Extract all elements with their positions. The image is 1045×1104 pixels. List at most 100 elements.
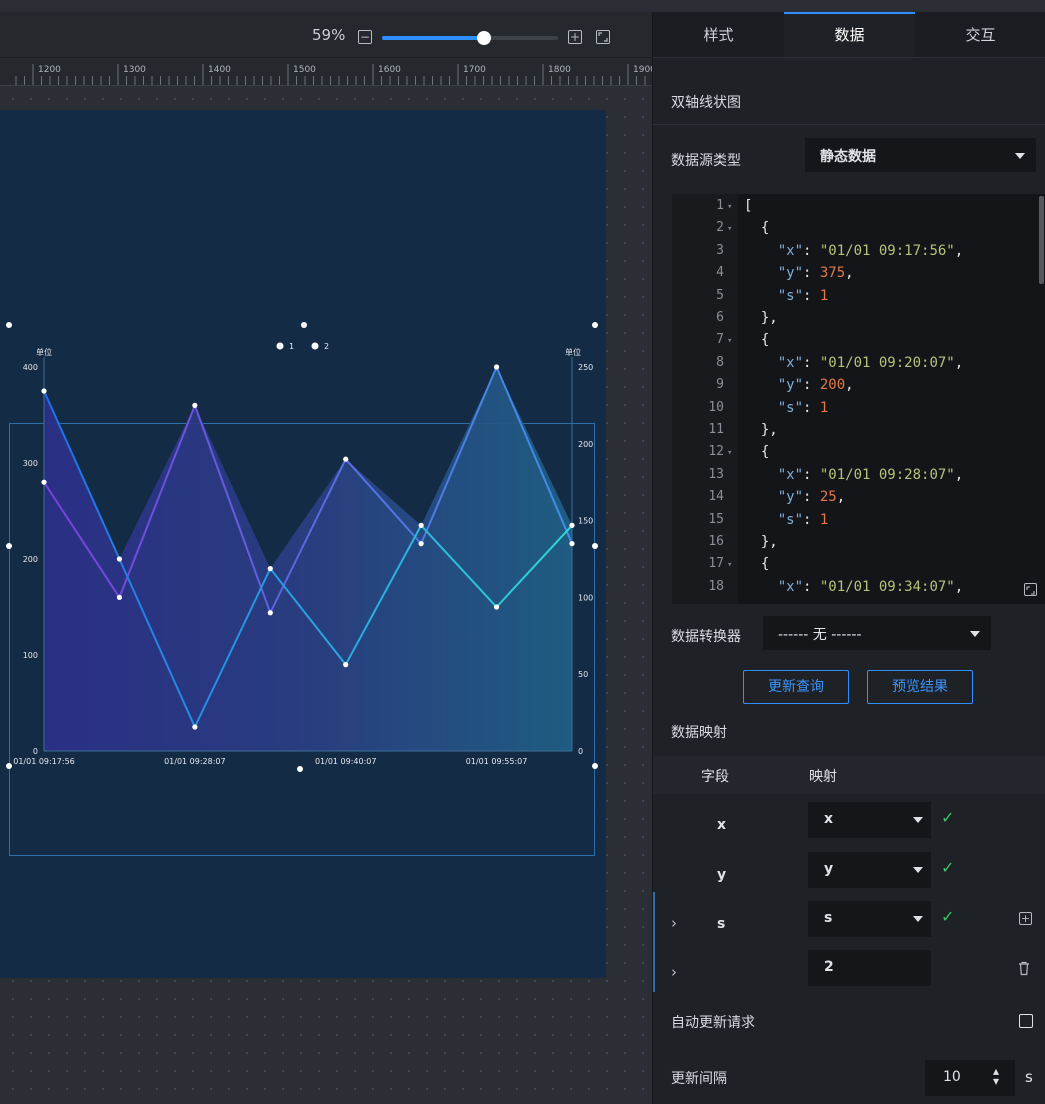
preview-result-button[interactable]: 预览结果 <box>867 670 973 704</box>
code-line: 16 }, <box>672 532 1045 552</box>
series-value: 2 <box>824 959 834 975</box>
mapping-row-y: y y ✓ <box>653 852 1045 900</box>
tab-interaction[interactable]: 交互 <box>915 12 1045 57</box>
code-line: 2 ▾ { <box>672 218 1045 238</box>
zoom-out-button[interactable]: − <box>358 30 372 44</box>
fold-icon[interactable]: ▾ <box>727 555 732 575</box>
interval-input[interactable]: 10 ▴ ▾ <box>925 1060 1015 1096</box>
line-number: 7 <box>716 332 724 348</box>
dashboard-screen[interactable]: 0 100 200 300 400 0 50 100 150 200 250 单位 单位 01/01 09… <box>0 110 606 978</box>
series-value-input[interactable]: 2 <box>808 950 931 986</box>
chevron-right-icon[interactable]: › <box>671 963 677 981</box>
x-axis-tick-label: 01/01 09:40:07 <box>315 757 377 766</box>
resize-handle <box>6 763 12 769</box>
converter-label: 数据转换器 <box>671 629 741 645</box>
mapping-field: s <box>717 916 726 932</box>
panel-tabs: 样式 数据 交互 <box>653 12 1045 58</box>
line-number: 10 <box>708 399 724 415</box>
tab-data[interactable]: 数据 <box>784 12 915 57</box>
line-number: 17 <box>708 556 724 572</box>
left-axis-tick-label: 0 <box>33 747 38 756</box>
fold-icon[interactable]: ▾ <box>727 443 732 463</box>
line-number: 2 <box>716 220 724 236</box>
chevron-right-icon[interactable]: › <box>671 914 677 932</box>
right-axis-tick-label: 0 <box>578 747 583 756</box>
mapping-select[interactable]: x <box>808 802 931 838</box>
code-line: 14 "y": 25, <box>672 487 1045 507</box>
legend-marker <box>276 342 284 350</box>
legend-label: 2 <box>324 342 329 351</box>
auto-update-checkbox[interactable] <box>1019 1014 1033 1028</box>
series-2-point <box>418 541 424 547</box>
series-2-point <box>192 402 198 408</box>
code-text: "s": 1 <box>744 287 829 304</box>
resize-handle <box>6 543 12 549</box>
code-line: 6 }, <box>672 308 1045 328</box>
interval-unit: s <box>1025 1068 1033 1086</box>
ruler-label: 1200 <box>38 65 61 75</box>
line-number: 13 <box>708 466 724 482</box>
json-code-editor[interactable]: 1 ▾[2 ▾ {3 "x": "01/01 09:17:56", 4 "y": 37… <box>672 194 1045 604</box>
line-number: 6 <box>716 310 724 325</box>
line-number: 8 <box>716 354 724 370</box>
fold-icon[interactable]: ▾ <box>727 219 732 239</box>
line-number: 12 <box>708 444 724 460</box>
code-text: }, <box>744 534 778 550</box>
series-1-point <box>116 556 123 562</box>
fit-screen-icon[interactable] <box>596 30 610 44</box>
series-1-point <box>343 662 349 668</box>
component-title: 双轴线状图 <box>671 95 741 111</box>
ruler-ticks: 1200 1300 1400 1500 1600 1700 1800 1900 <box>15 64 652 85</box>
source-type-select[interactable]: 静态数据 <box>805 138 1036 172</box>
resize-handle <box>592 543 598 549</box>
code-text: "s": 1 <box>744 511 829 528</box>
code-line: 18 "x": "01/01 09:34:07", <box>672 577 1045 597</box>
ruler-label: 1600 <box>378 65 401 75</box>
code-text: "x": "01/01 09:17:56", <box>744 242 964 259</box>
mapping-select[interactable]: y <box>808 852 931 888</box>
series-2-point <box>41 479 47 485</box>
line-number: 1 <box>716 198 724 213</box>
mapping-select-value: x <box>824 811 834 827</box>
zoom-slider[interactable] <box>382 31 558 45</box>
trash-icon[interactable] <box>1017 961 1031 980</box>
mapping-row-s: › s s ✓ + <box>653 901 1045 949</box>
line-number: 16 <box>708 534 724 549</box>
check-icon: ✓ <box>941 907 955 926</box>
series-1-point <box>493 604 500 610</box>
code-text: }, <box>744 310 778 326</box>
expand-icon[interactable] <box>1024 583 1037 596</box>
tab-style[interactable]: 样式 <box>653 12 784 57</box>
left-axis-tick-label: 100 <box>23 651 38 660</box>
zoom-in-button[interactable]: + <box>568 30 582 44</box>
chevron-down-icon <box>913 817 923 823</box>
dual-axis-line-chart[interactable]: 0 100 200 300 400 0 50 100 150 200 250 单位 单位 01/01 09… <box>0 110 606 978</box>
canvas-toolbar: 59% − + <box>0 12 652 58</box>
line-number: 11 <box>708 422 724 437</box>
code-line: 12 ▾ { <box>672 442 1045 462</box>
right-axis-tick-label: 250 <box>578 363 593 372</box>
code-line: 13 "x": "01/01 09:28:07", <box>672 465 1045 485</box>
line-number: 4 <box>716 265 724 281</box>
right-axis-tick-label: 100 <box>578 593 593 602</box>
stepper-icon[interactable]: ▴ ▾ <box>993 1065 999 1087</box>
code-text: }, <box>744 422 778 438</box>
code-scrollbar[interactable] <box>1039 196 1044 284</box>
code-text: "y": 25, <box>744 489 846 506</box>
series-1-point <box>418 522 424 528</box>
zoom-slider-fill <box>382 36 484 40</box>
mapping-select[interactable]: s <box>808 901 931 937</box>
code-line: 8 "x": "01/01 09:20:07", <box>672 353 1045 373</box>
fold-icon[interactable]: ▾ <box>727 331 732 351</box>
refresh-query-button[interactable]: 更新查询 <box>743 670 849 704</box>
mapping-select-value: y <box>824 861 834 877</box>
zoom-slider-thumb[interactable] <box>477 31 491 45</box>
fold-icon[interactable]: ▾ <box>727 197 732 217</box>
add-icon[interactable]: + <box>1019 912 1032 925</box>
series-1-point <box>41 388 47 394</box>
converter-select[interactable]: ------ 无 ------ <box>763 616 991 650</box>
mapping-table-header: 字段 映射 <box>653 756 1045 794</box>
code-text: { <box>744 220 770 237</box>
ruler-label: 1900 <box>633 65 652 75</box>
x-axis-tick-label: 01/01 09:55:07 <box>466 757 528 766</box>
